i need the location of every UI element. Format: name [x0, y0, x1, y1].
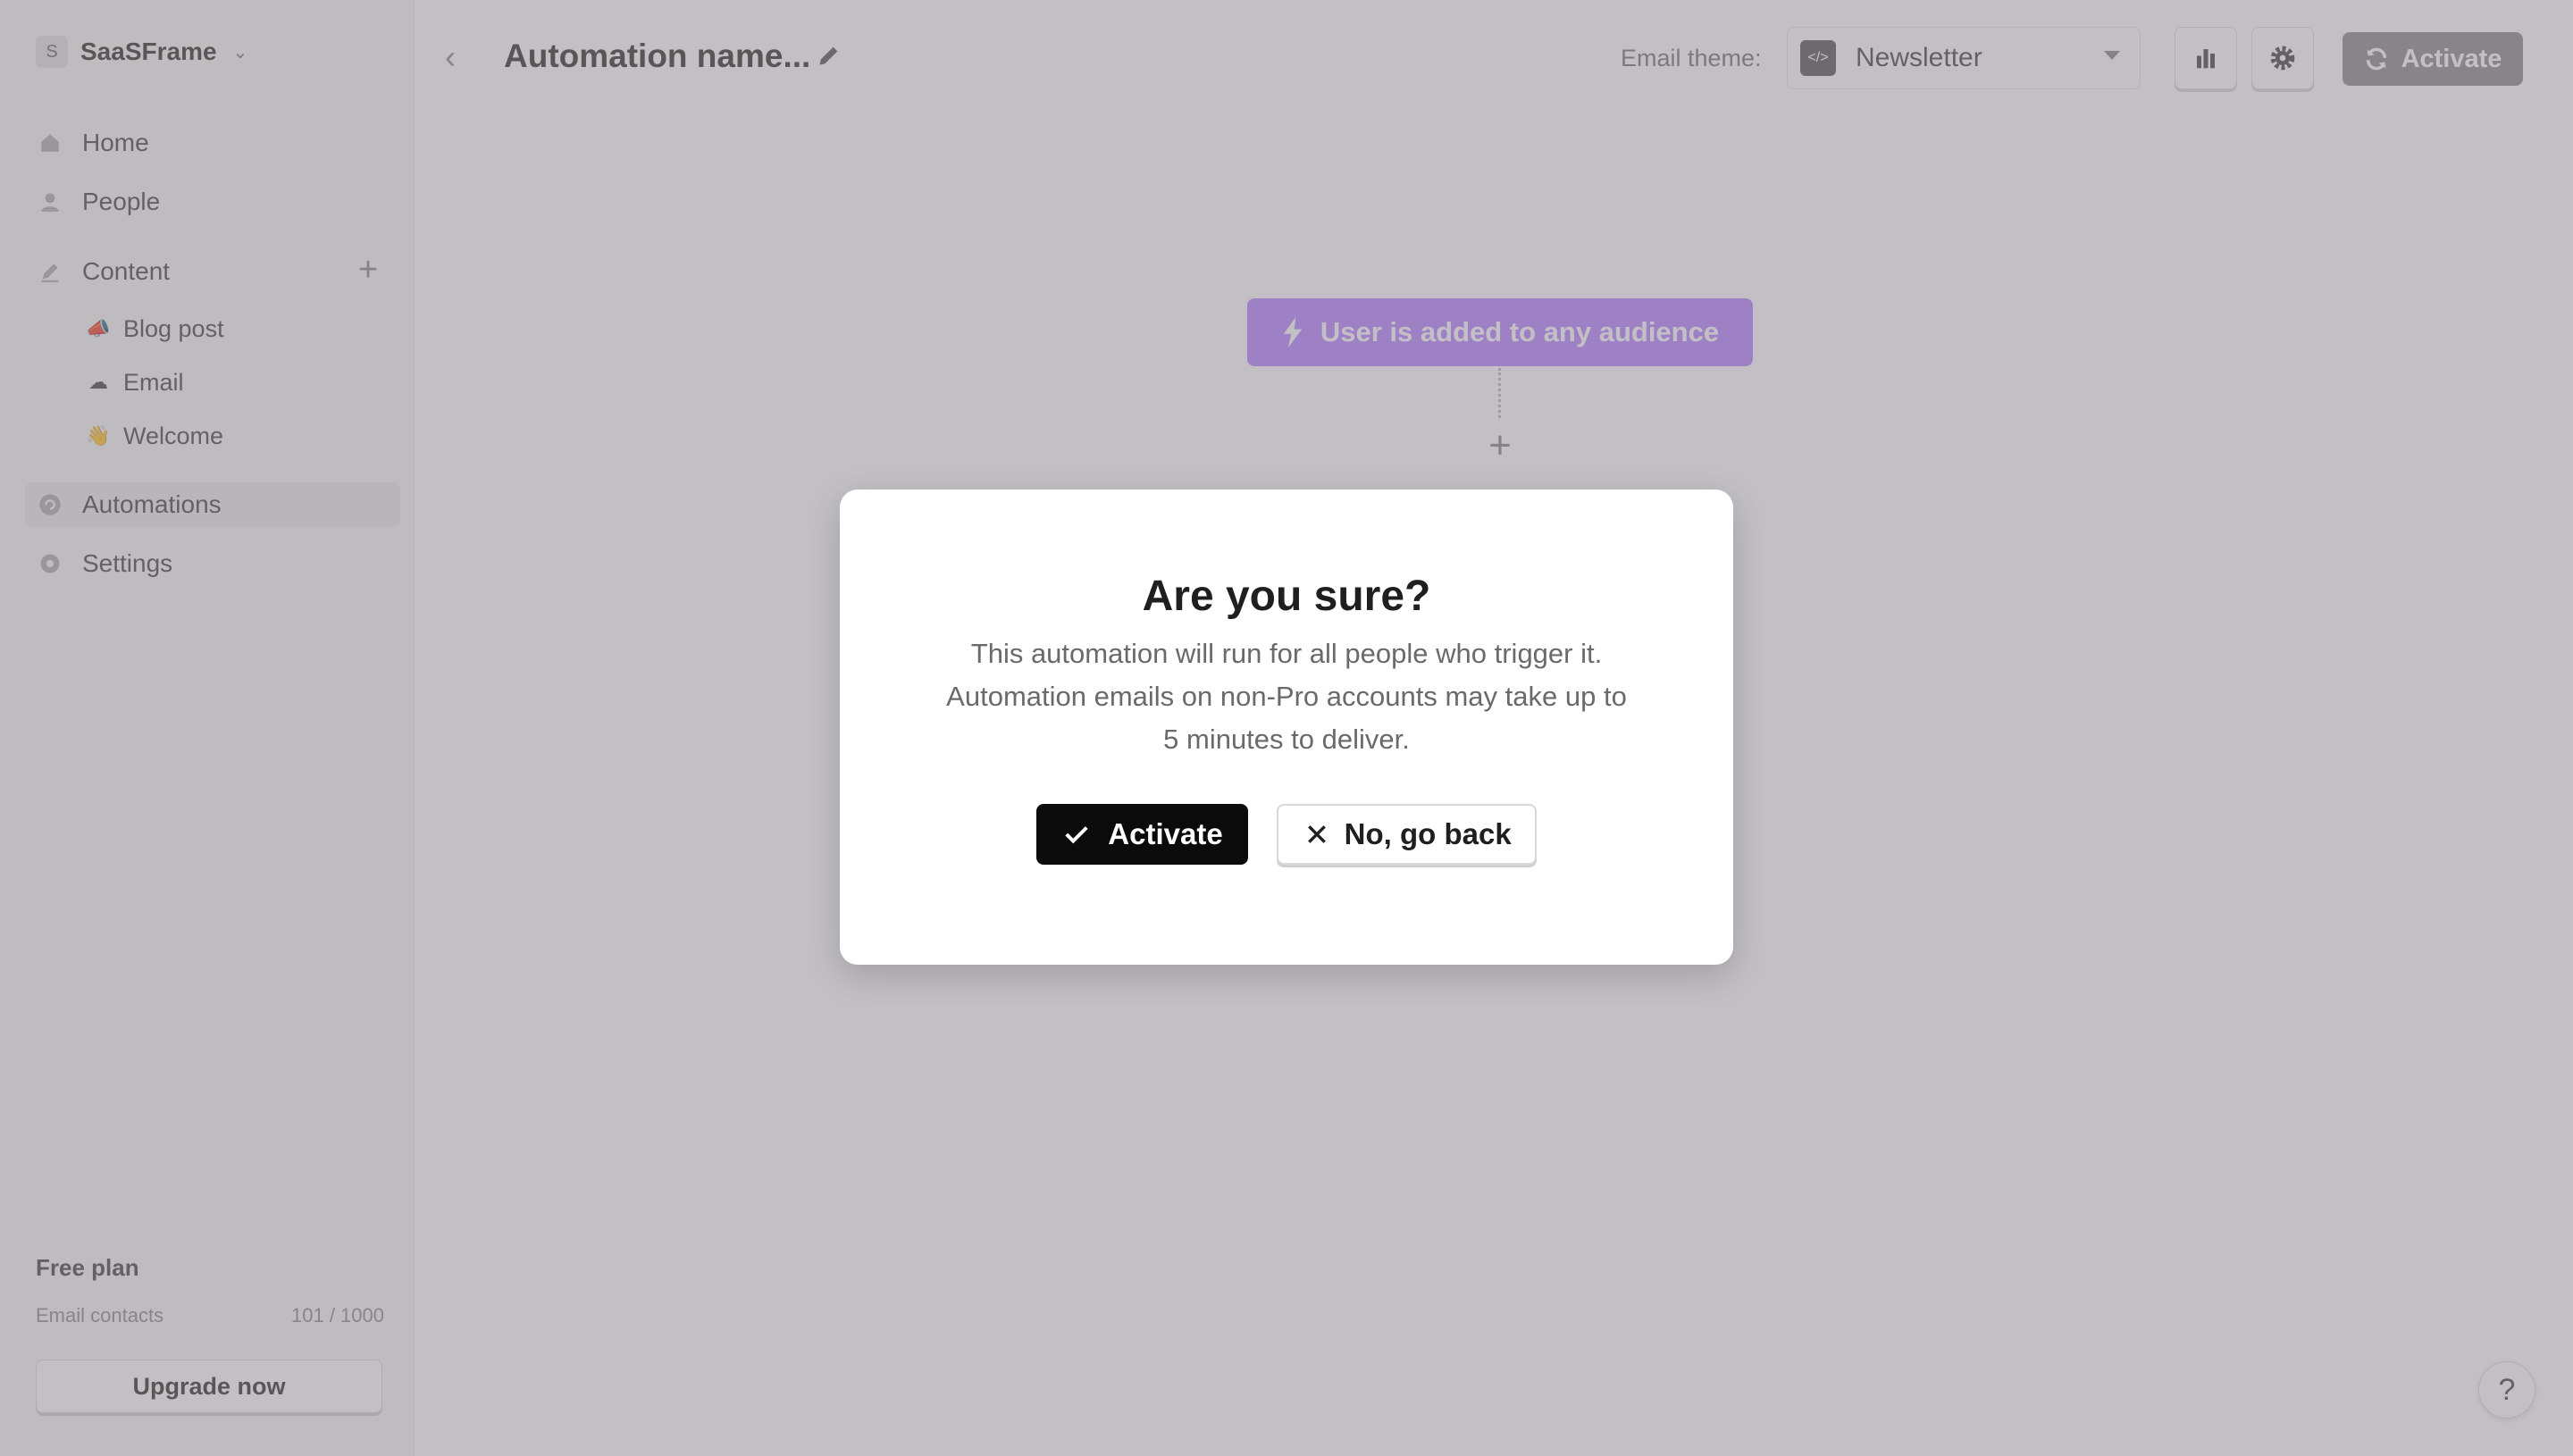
- confirm-dialog: Are you sure? This automation will run f…: [840, 490, 1733, 965]
- dialog-message-line: This automation will run for all people …: [970, 638, 1603, 669]
- close-icon: [1302, 819, 1332, 849]
- cancel-label: No, go back: [1344, 817, 1512, 850]
- dialog-message-line: Automation emails on non-Pro accounts ma…: [946, 681, 1627, 712]
- dialog-title: Are you sure?: [1142, 573, 1431, 620]
- check-icon: [1061, 819, 1092, 849]
- dialog-actions: Activate No, go back: [840, 804, 1733, 865]
- dialog-message: This automation will run for all people …: [920, 632, 1653, 761]
- go-back-button[interactable]: No, go back: [1276, 804, 1537, 865]
- dialog-message-line: 5 minutes to deliver.: [1163, 724, 1410, 755]
- confirm-label: Activate: [1108, 817, 1223, 850]
- confirm-activate-button[interactable]: Activate: [1036, 804, 1248, 865]
